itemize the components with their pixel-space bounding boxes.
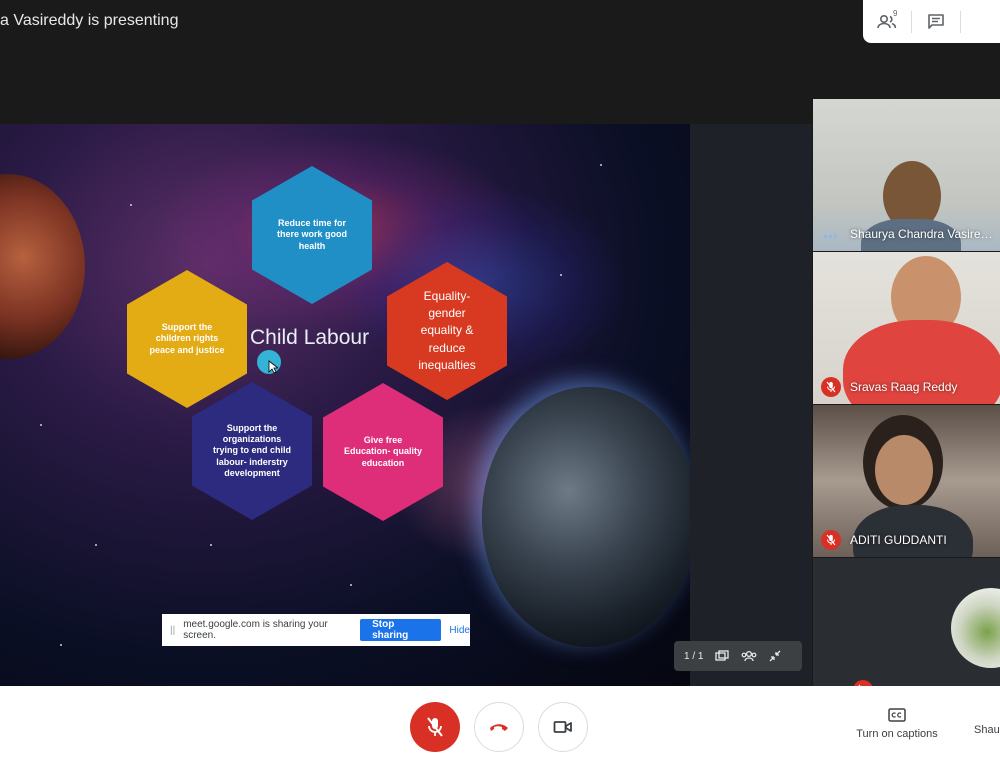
slide-title: Child Labour <box>250 326 370 349</box>
captions-button[interactable]: Turn on captions <box>846 708 948 740</box>
camera-icon <box>553 721 572 733</box>
star <box>350 584 352 586</box>
muted-indicator <box>821 530 841 550</box>
star <box>60 644 62 646</box>
call-controls-bar: Turn on captions Shau <box>0 686 1000 766</box>
star <box>40 424 42 426</box>
red-planet <box>0 174 85 359</box>
people-count: 9 <box>893 9 898 18</box>
presenter-title: a Vasireddy is presenting <box>0 12 179 29</box>
participant-tile[interactable]: Shaurya Chandra Vasire… <box>813 99 1000 251</box>
speaking-indicator <box>824 235 837 238</box>
layout-icon <box>715 650 730 661</box>
star <box>130 204 132 206</box>
chat-icon <box>928 13 944 29</box>
hang-up-icon <box>490 724 508 731</box>
star <box>95 544 97 546</box>
muted-indicator <box>821 377 841 397</box>
star <box>560 274 562 276</box>
avatar <box>951 588 1000 668</box>
layout-button[interactable] <box>715 650 730 662</box>
mic-off-icon <box>427 717 443 737</box>
star <box>600 164 602 166</box>
participant-name: Sravas Raag Reddy <box>850 380 958 394</box>
slide-controls: 1 / 1 <box>674 641 802 671</box>
microphone-toggle-button[interactable] <box>410 702 460 752</box>
participant-video <box>875 435 933 505</box>
earth-planet <box>482 387 690 647</box>
hide-button[interactable]: Hide <box>449 625 470 636</box>
star <box>210 544 212 546</box>
stage-margin <box>690 124 812 686</box>
group-icon <box>742 650 757 662</box>
camera-toggle-button[interactable] <box>538 702 588 752</box>
mic-off-icon <box>826 534 836 546</box>
presenting-button-label[interactable]: Shau <box>974 724 1000 736</box>
hex-organizations: Support the organizations trying to end … <box>192 382 312 520</box>
captions-icon <box>846 708 948 722</box>
collapse-icon <box>770 650 781 662</box>
share-message: meet.google.com is sharing your screen. <box>183 619 328 641</box>
screen-share-notice: || meet.google.com is sharing your scree… <box>162 614 470 646</box>
page-indicator: 1 / 1 <box>684 650 704 662</box>
chat-button[interactable] <box>912 0 960 43</box>
participant-name: Shaurya Chandra Vasire… <box>850 227 993 241</box>
stop-sharing-button[interactable]: Stop sharing <box>360 619 442 641</box>
drag-handle-icon[interactable]: || <box>170 625 175 636</box>
divider <box>960 10 961 33</box>
top-actions-panel: 9 <box>863 0 1000 43</box>
participant-tile[interactable]: Sravas Raag Reddy <box>813 252 1000 404</box>
mic-off-icon <box>826 381 836 393</box>
cursor-icon <box>268 360 278 374</box>
participant-video <box>853 505 973 557</box>
leave-call-button[interactable] <box>474 702 524 752</box>
captions-label: Turn on captions <box>856 728 938 740</box>
participants-view-button[interactable] <box>741 650 757 662</box>
participant-tile[interactable]: ADITI GUDDANTI <box>813 405 1000 557</box>
participant-tile[interactable] <box>813 558 1000 688</box>
shared-screen: Reduce time for there work good health S… <box>0 124 690 686</box>
minimize-button[interactable] <box>769 650 781 662</box>
people-button[interactable]: 9 <box>863 0 911 43</box>
participant-name: ADITI GUDDANTI <box>850 533 947 547</box>
